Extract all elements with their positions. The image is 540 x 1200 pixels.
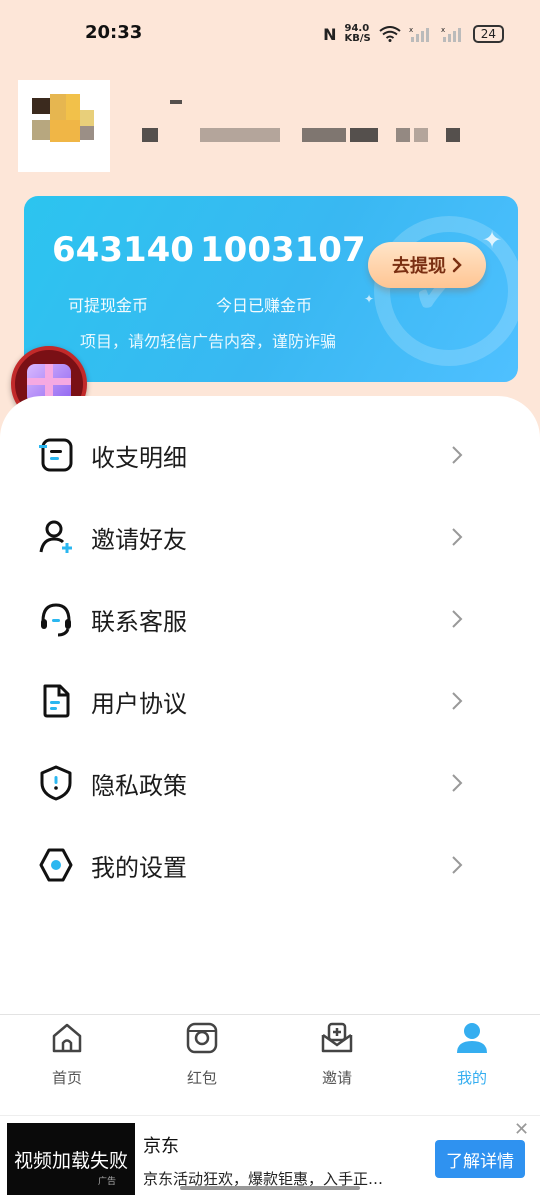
ad-details-button-label: 了解详情 (446, 1151, 514, 1172)
withdrawable-coins-label: 可提现金币 (68, 296, 149, 315)
withdraw-button-label: 去提现 (392, 256, 446, 277)
network-speed-unit: KB/S (344, 33, 371, 44)
ledger-icon (39, 438, 73, 472)
chevron-right-icon (452, 774, 463, 792)
status-icons: N 94.0 KB/S x x 24 (323, 22, 504, 46)
coin-card: ✔ ✦ ✦ 643140 可提现金币 1003107 今日已赚金币 去提现 项目… (24, 196, 518, 382)
battery-icon: 24 (472, 25, 504, 43)
home-icon (52, 1023, 82, 1053)
ad-video-text: 视频加载失败 (13, 1149, 128, 1172)
network-speed: 94.0 KB/S (344, 24, 370, 44)
red-packet-icon (186, 1022, 218, 1054)
withdraw-button[interactable]: 去提现 (368, 242, 486, 288)
menu-item-user-agreement[interactable]: 用户协议 (0, 660, 540, 742)
today-coins-label: 今日已赚金币 (216, 296, 313, 315)
invite-icon (321, 1022, 353, 1053)
chevron-right-icon (452, 257, 462, 273)
menu-panel: 收支明细 邀请好友 联系客服 用户协议 隐私政策 我的设置 (0, 396, 540, 1016)
menu-item-income-expense[interactable]: 收支明细 (0, 414, 540, 496)
add-user-icon (39, 520, 72, 553)
menu-item-label: 邀请好友 (91, 525, 187, 554)
withdrawable-coins-value: 643140 (52, 230, 194, 270)
headset-icon (41, 603, 71, 637)
wifi-icon (379, 26, 401, 42)
menu-item-customer-service[interactable]: 联系客服 (0, 578, 540, 660)
nav-home[interactable]: 首页 (22, 1021, 112, 1101)
chevron-right-icon (452, 610, 463, 628)
menu-item-label: 我的设置 (91, 853, 187, 882)
svg-text:x: x (409, 26, 413, 34)
nav-profile-label: 我的 (456, 1069, 487, 1087)
username-blurred (140, 100, 470, 150)
ad-details-button[interactable]: 了解详情 (435, 1140, 525, 1178)
nav-profile[interactable]: 我的 (427, 1021, 517, 1101)
menu-item-label: 联系客服 (91, 607, 187, 636)
chevron-right-icon (452, 528, 463, 546)
menu-item-label: 隐私政策 (91, 771, 187, 800)
signal-icon-2: x (441, 26, 461, 42)
sparkle-icon: ✦ (482, 226, 503, 254)
nav-red-packet[interactable]: 红包 (157, 1021, 247, 1101)
chevron-right-icon (452, 856, 463, 874)
document-icon (43, 684, 70, 718)
menu-item-label: 收支明细 (91, 443, 187, 472)
shield-icon (40, 765, 72, 801)
menu-item-invite-friends[interactable]: 邀请好友 (0, 496, 540, 578)
home-indicator[interactable] (180, 1186, 360, 1190)
settings-icon (39, 848, 73, 882)
nav-red-packet-label: 红包 (186, 1069, 217, 1087)
profile-icon (457, 1023, 487, 1053)
status-time: 20:33 (85, 22, 143, 43)
chevron-right-icon (452, 692, 463, 710)
today-coins-value: 1003107 (200, 230, 366, 270)
sparkle-small-icon: ✦ (364, 292, 375, 306)
menu-item-label: 用户协议 (91, 689, 187, 718)
chevron-right-icon (452, 446, 463, 464)
nfc-icon: N (323, 24, 337, 44)
avatar[interactable] (18, 80, 110, 172)
nav-invite-label: 邀请 (321, 1069, 352, 1087)
menu-item-privacy-policy[interactable]: 隐私政策 (0, 742, 540, 824)
status-bar: 20:33 N 94.0 KB/S x x 24 (0, 0, 540, 70)
nav-invite[interactable]: 邀请 (292, 1021, 382, 1101)
fraud-notice: 项目，请勿轻信广告内容，谨防诈骗 (80, 332, 337, 351)
close-icon[interactable]: ✕ (514, 1119, 529, 1140)
ad-title: 京东 (143, 1136, 179, 1157)
nav-home-label: 首页 (51, 1069, 82, 1087)
bottom-nav: 首页 红包 邀请 我的 (0, 1014, 540, 1114)
signal-icon: x (409, 26, 429, 42)
ad-tag: 广告 (98, 1177, 117, 1187)
menu-item-settings[interactable]: 我的设置 (0, 824, 540, 906)
svg-text:x: x (441, 26, 445, 34)
